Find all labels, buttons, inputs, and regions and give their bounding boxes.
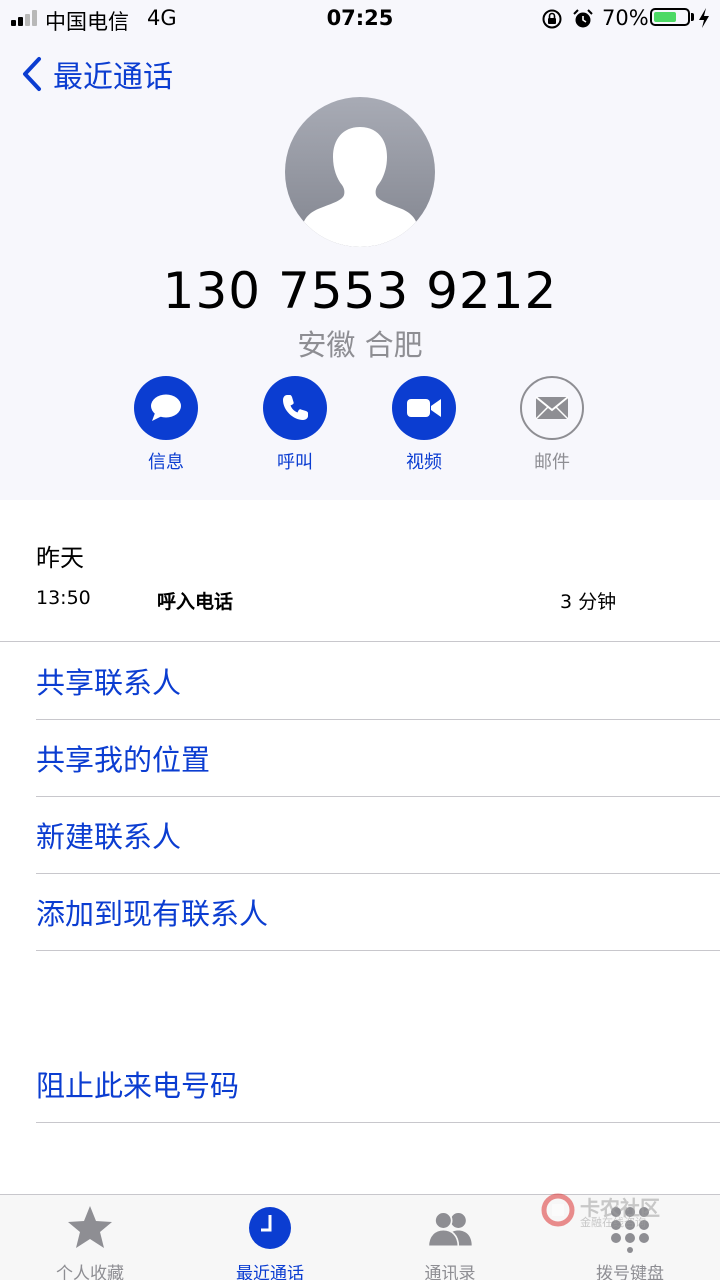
divider: [36, 1122, 720, 1123]
tab-label: 拨号键盘: [596, 1264, 664, 1280]
divider: [0, 641, 720, 642]
tab-favorites[interactable]: 个人收藏: [0, 1195, 180, 1280]
call-button[interactable]: 呼叫: [245, 376, 345, 474]
contact-phone-number: 130 7553 9212: [162, 262, 558, 320]
battery-cap: [691, 13, 694, 21]
star-icon: [68, 1206, 112, 1248]
block-caller-button[interactable]: 阻止此来电号码: [36, 1046, 720, 1122]
call-button-circle: [263, 376, 327, 440]
contact-avatar: [285, 97, 435, 247]
back-label: 最近通话: [53, 60, 173, 95]
video-icon: [407, 399, 441, 417]
tab-recents[interactable]: 最近通话: [180, 1195, 360, 1280]
rotation-lock-icon: [542, 9, 562, 29]
tab-label: 通讯录: [424, 1264, 476, 1280]
mail-button-circle: [520, 376, 584, 440]
screen: 中国电信 4G 07:25 70% 最近通话 130 7553 9212 安徽 …: [0, 0, 720, 1280]
clock-icon: [249, 1207, 291, 1249]
share-location-button[interactable]: 共享我的位置: [36, 720, 720, 796]
battery-percent: 70%: [602, 6, 649, 30]
contact-location: 安徽 合肥: [297, 328, 423, 362]
add-to-existing-contact-button[interactable]: 添加到现有联系人: [36, 874, 720, 950]
mail-button[interactable]: 邮件: [502, 376, 602, 474]
charging-icon: [699, 8, 709, 28]
watermark-logo-icon: [541, 1193, 575, 1227]
message-label: 信息: [148, 452, 184, 473]
call-label: 呼叫: [277, 452, 313, 473]
video-button[interactable]: 视频: [374, 376, 474, 474]
video-label: 视频: [406, 452, 442, 473]
mail-label: 邮件: [534, 452, 570, 473]
share-contact-button[interactable]: 共享联系人: [36, 643, 720, 719]
call-log-date: 昨天: [36, 544, 84, 572]
tab-label: 最近通话: [236, 1264, 304, 1280]
status-bar: 中国电信 4G 07:25 70%: [0, 0, 720, 38]
message-button[interactable]: 信息: [116, 376, 216, 474]
battery-icon: [650, 8, 690, 26]
tab-label: 个人收藏: [56, 1264, 124, 1280]
new-contact-button[interactable]: 新建联系人: [36, 797, 720, 873]
divider: [36, 950, 720, 951]
mail-icon: [535, 396, 569, 420]
message-icon: [151, 394, 181, 421]
alarm-icon: [573, 9, 593, 28]
phone-icon: [283, 395, 308, 420]
chevron-left-icon: [23, 57, 41, 91]
call-log-time: 13:50: [36, 587, 91, 609]
battery-fill: [654, 12, 677, 22]
watermark: 卡农社区 金融在线咨询: [540, 1192, 660, 1232]
watermark-subtitle: 金融在线咨询: [580, 1216, 646, 1229]
call-log-duration: 3 分钟: [560, 591, 617, 613]
message-button-circle: [134, 376, 198, 440]
back-button[interactable]: 最近通话: [20, 54, 173, 95]
call-log-type: 呼入电话: [157, 591, 234, 613]
video-button-circle: [392, 376, 456, 440]
person-silhouette-icon: [285, 97, 435, 247]
tab-contacts[interactable]: 通讯录: [360, 1195, 540, 1280]
contacts-icon: [427, 1211, 472, 1248]
